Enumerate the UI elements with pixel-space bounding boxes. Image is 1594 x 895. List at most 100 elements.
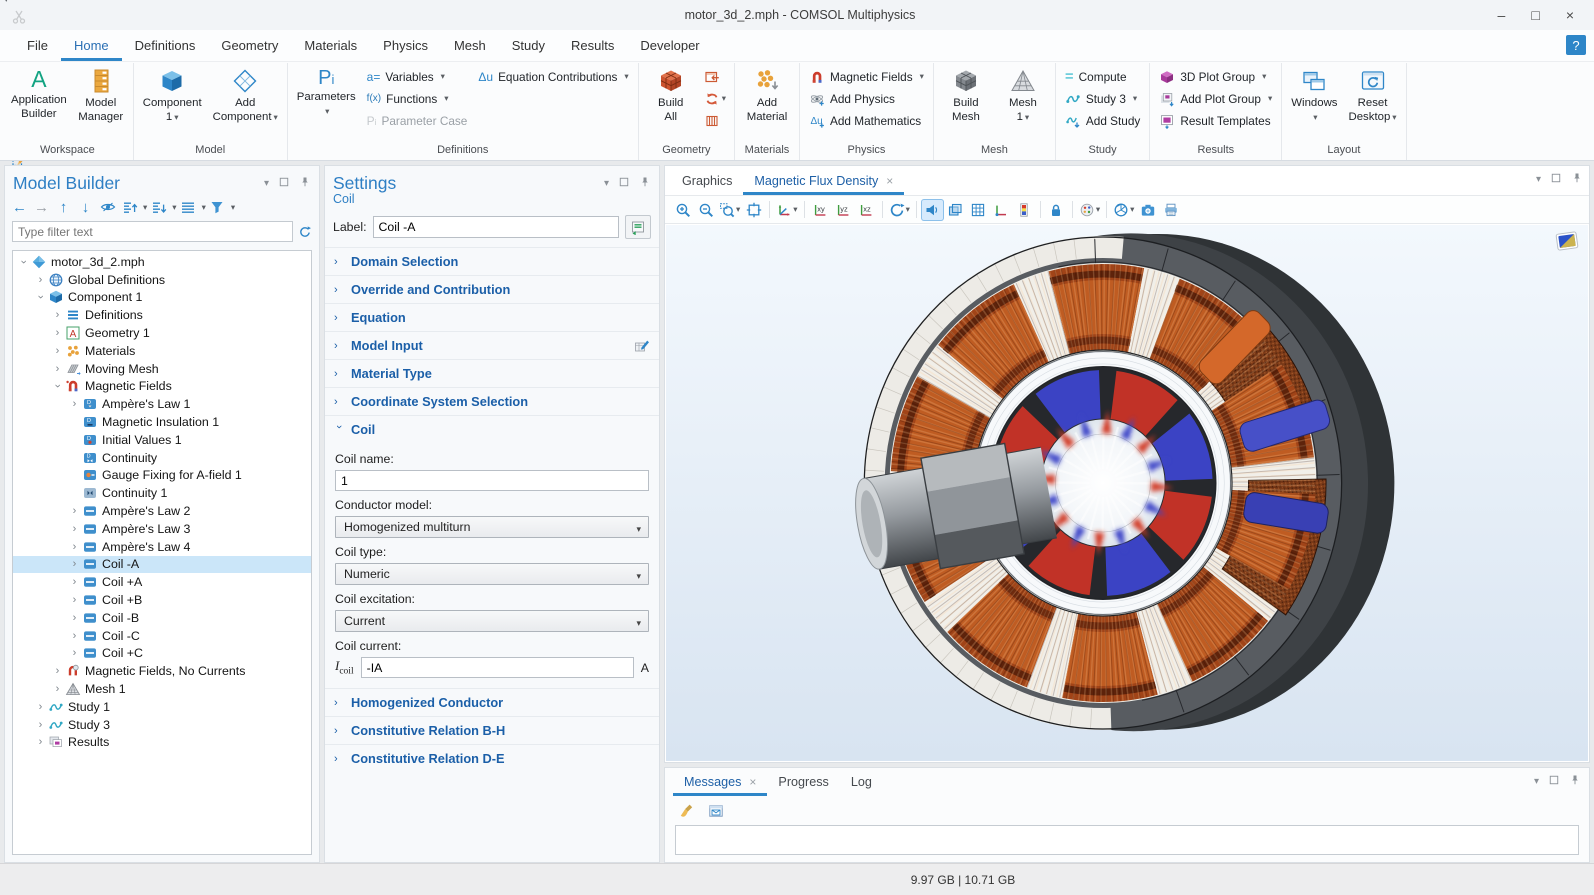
tree-expander-icon[interactable]: › [51, 309, 64, 321]
ribbon-button-result-templates[interactable]: Result Templates [1155, 110, 1276, 131]
tree-node[interactable]: ›Coil -B [13, 609, 311, 627]
coil-name-input[interactable] [335, 470, 649, 491]
ribbon-button-insert-sequence[interactable] [701, 66, 729, 87]
tree-expander-icon[interactable]: › [68, 505, 81, 517]
tree-node[interactable]: ›Ampère's Law 4 [13, 538, 311, 556]
field-select[interactable]: Current▾ [335, 610, 649, 632]
mb-tool-nav-forward[interactable]: → [31, 197, 52, 217]
dropdown-caret-icon[interactable]: ▾ [202, 202, 206, 213]
ribbon-button-equation-contributions[interactable]: ΔuEquation Contributions▾ [474, 66, 632, 87]
ribbon-button-add-material[interactable]: AddMaterial [740, 65, 794, 126]
settings-section-constitutive-relation-d-e[interactable]: ›Constitutive Relation D-E [325, 744, 659, 772]
ribbon-button-reset-desktop[interactable]: ResetDesktop▾ [1345, 65, 1401, 126]
settings-section-constitutive-relation-b-h[interactable]: ›Constitutive Relation B-H [325, 716, 659, 744]
graphics-tool-print[interactable] [1159, 199, 1182, 221]
tree-node[interactable]: ›Global Definitions [13, 271, 311, 289]
mb-tool-move-up[interactable]: ↑ [53, 197, 74, 217]
graphics-tool-view-yz[interactable]: yz [832, 199, 855, 221]
tree-node[interactable]: DContinuity [13, 449, 311, 467]
dropdown-caret-icon[interactable]: ▾ [231, 202, 235, 213]
tree-expander-icon[interactable]: › [68, 523, 81, 535]
tree-expander-icon[interactable]: › [68, 647, 81, 659]
minimize-button[interactable]: – [1498, 7, 1506, 23]
ribbon-button-parameter-case[interactable]: PiParameter Case [363, 110, 472, 131]
menu-tab-developer[interactable]: Developer [627, 31, 712, 61]
tree-node[interactable]: ›Magnetic Fields [13, 378, 311, 396]
ribbon-button-rebuild[interactable]: ▾ [701, 88, 729, 109]
graphics-canvas[interactable] [666, 225, 1588, 761]
mb-tool-move-down[interactable]: ↓ [75, 197, 96, 217]
graphics-tool-view-xy[interactable]: xy [809, 199, 832, 221]
close-button[interactable]: × [1566, 7, 1574, 23]
messages-tool-msg-window[interactable] [704, 800, 727, 822]
settings-section-override-and-contribution[interactable]: ›Override and Contribution [325, 275, 659, 303]
menu-tab-physics[interactable]: Physics [370, 31, 441, 61]
tree-node[interactable]: ›DAmpère's Law 1 [13, 395, 311, 413]
tree-node[interactable]: ›Materials [13, 342, 311, 360]
menu-tab-mesh[interactable]: Mesh [441, 31, 499, 61]
graphics-tool-image-settings[interactable]: ▾ [1077, 199, 1102, 221]
tree-node[interactable]: ›Magnetic Fields, No Currents [13, 662, 311, 680]
panel-maximize-button[interactable] [1548, 774, 1560, 789]
ribbon-button-compute[interactable]: =Compute [1061, 66, 1144, 87]
ribbon-button-component-cube[interactable]: Component1▾ [139, 65, 206, 126]
ribbon-button-magnetic-fields[interactable]: Magnetic Fields▾ [805, 66, 928, 87]
messages-tab-messages[interactable]: Messages× [673, 768, 767, 796]
ribbon-button-virtual-ops[interactable] [701, 110, 729, 131]
tree-node[interactable]: ›Ampère's Law 3 [13, 520, 311, 538]
ribbon-button-add-physics[interactable]: Add Physics [805, 88, 928, 109]
tree-expander-icon[interactable]: › [34, 274, 47, 286]
tree-node[interactable]: ›Study 1 [13, 698, 311, 716]
tree-expander-icon[interactable]: › [51, 345, 64, 357]
plot-legend-icon[interactable] [1555, 231, 1579, 252]
panel-menu-button[interactable]: ▾ [1534, 776, 1539, 787]
panel-maximize-button[interactable] [1550, 172, 1562, 187]
graphics-tool-zoom-box[interactable]: ▾ [717, 199, 742, 221]
panel-menu-button[interactable]: ▾ [1536, 174, 1541, 185]
tree-expander-icon[interactable]: › [51, 327, 64, 339]
settings-section-equation[interactable]: ›Equation [325, 303, 659, 331]
tree-expander-icon[interactable]: › [18, 255, 30, 268]
ribbon-button-add-component[interactable]: AddComponent▾ [209, 65, 282, 126]
tree-expander-icon[interactable]: › [68, 576, 81, 588]
tree-node[interactable]: ›motor_3d_2.mph [13, 253, 311, 271]
tree-node[interactable]: ›Coil -A [13, 556, 311, 574]
ribbon-button-build-all[interactable]: BuildAll [644, 65, 698, 126]
graphics-tool-zoom-extents[interactable] [742, 199, 765, 221]
dropdown-caret-icon[interactable]: ▾ [4, 0, 9, 4]
ribbon-button-functions[interactable]: f(x)Functions▾ [363, 88, 472, 109]
tree-expander-icon[interactable]: › [68, 612, 81, 624]
tree-expander-icon[interactable]: › [68, 398, 81, 410]
settings-section-coil[interactable]: ›Coil [325, 415, 659, 443]
tree-node[interactable]: ›Moving Mesh [13, 360, 311, 378]
tree-expander-icon[interactable]: › [68, 541, 81, 553]
graphics-tool-transparency[interactable] [944, 199, 967, 221]
rename-button[interactable] [625, 215, 651, 239]
tree-node[interactable]: DInitial Values 1 [13, 431, 311, 449]
panel-maximize-button[interactable] [278, 176, 290, 191]
tree-expander-icon[interactable]: › [34, 719, 47, 731]
graphics-tool-lock[interactable] [1045, 199, 1068, 221]
help-button[interactable]: ? [1566, 35, 1586, 55]
graphics-tool-view-xz[interactable]: xz [855, 199, 878, 221]
graphics-tool-zoom-out[interactable] [694, 199, 717, 221]
tree-expander-icon[interactable]: › [35, 291, 47, 304]
ribbon-button-study-wave[interactable]: Study 3▾ [1061, 88, 1144, 109]
menu-tab-geometry[interactable]: Geometry [208, 31, 291, 61]
messages-tool-broom[interactable] [675, 800, 698, 822]
tree-expander-icon[interactable]: › [34, 701, 47, 713]
ribbon-button-build-mesh[interactable]: BuildMesh [939, 65, 993, 126]
ribbon-button-model-manager[interactable]: ModelManager [74, 65, 128, 126]
graphics-tool-default-view[interactable]: ▾ [774, 199, 799, 221]
tree-expander-icon[interactable]: › [51, 665, 64, 677]
dropdown-caret-icon[interactable]: ▾ [172, 202, 176, 213]
ribbon-button-mesh-1[interactable]: Mesh1▾ [996, 65, 1050, 126]
settings-section-coordinate-system-selection[interactable]: ›Coordinate System Selection [325, 387, 659, 415]
settings-section-model-input[interactable]: ›Model Input [325, 331, 659, 359]
tree-node[interactable]: Gauge Fixing for A-field 1 [13, 467, 311, 485]
tree-node[interactable]: ›Ampère's Law 2 [13, 502, 311, 520]
panel-maximize-button[interactable] [618, 176, 630, 191]
tree-node[interactable]: ›Coil +B [13, 591, 311, 609]
field-select[interactable]: Numeric▾ [335, 563, 649, 585]
messages-output[interactable] [675, 825, 1579, 855]
